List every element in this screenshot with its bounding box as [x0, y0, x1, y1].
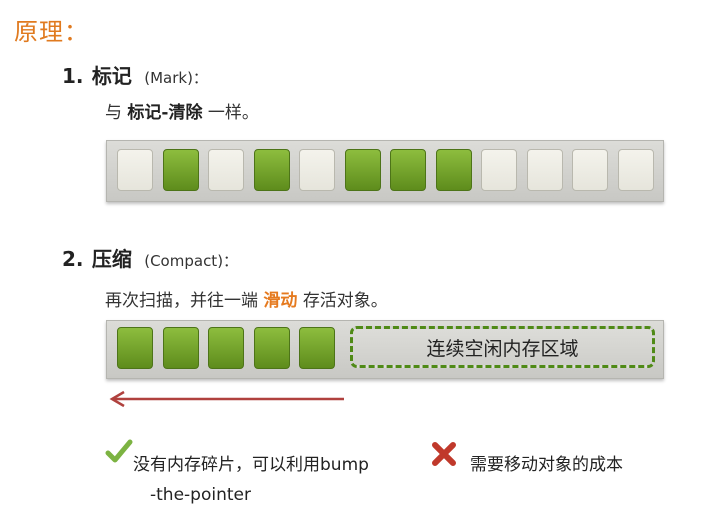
used-cell — [390, 149, 426, 191]
free-cell — [299, 149, 335, 191]
used-cell — [435, 149, 472, 191]
free-cell — [481, 149, 517, 191]
section-mark-description: 与 标记-清除 一样。 — [105, 98, 259, 123]
used-cell — [344, 149, 381, 191]
desc-bold: 标记-清除 — [127, 103, 203, 123]
pro-text-line1: 没有内存碎片，可以利用bump — [133, 455, 369, 475]
used-cell — [162, 149, 199, 191]
free-cell — [526, 149, 563, 191]
used-cell — [117, 327, 153, 369]
section-mark-heading: 1. 标记 (Mark)： — [62, 60, 208, 89]
free-cell — [117, 149, 153, 191]
left-arrow-icon — [109, 390, 344, 408]
memory-bar-compact: 连续空闲内存区域 — [106, 320, 664, 379]
free-cell — [572, 149, 608, 191]
section-compact-heading: 2. 压缩 (Compact)： — [62, 243, 238, 272]
section-title: 压缩 — [91, 247, 132, 271]
con-text: 需要移动对象的成本 — [470, 455, 623, 475]
section-compact-description: 再次扫描，并往一端 滑动 存活对象。 — [105, 286, 388, 311]
used-cell — [299, 327, 335, 369]
section-subtitle: (Mark)： — [144, 69, 208, 87]
desc-prefix: 再次扫描，并往一端 — [105, 291, 258, 311]
check-icon — [105, 439, 133, 463]
free-cell — [208, 149, 244, 191]
section-number: 2. — [62, 247, 84, 271]
desc-suffix: 一样。 — [207, 103, 259, 123]
memory-bar-mark — [106, 140, 664, 202]
used-cell — [162, 327, 199, 369]
section-title: 标记 — [91, 64, 132, 88]
section-number: 1. — [62, 64, 84, 88]
free-region: 连续空闲内存区域 — [350, 326, 655, 368]
pro-text-line2: -the-pointer — [150, 485, 251, 505]
free-cell — [617, 149, 654, 191]
desc-prefix: 与 — [105, 103, 122, 123]
desc-suffix: 存活对象。 — [302, 291, 388, 311]
free-region-label: 连续空闲内存区域 — [426, 337, 579, 360]
cross-icon — [432, 442, 456, 466]
used-cell — [253, 149, 290, 191]
desc-highlight: 滑动 — [263, 291, 298, 311]
used-cell — [253, 327, 290, 369]
section-subtitle: (Compact)： — [144, 252, 239, 270]
page-title: 原理： — [14, 18, 89, 46]
used-cell — [208, 327, 244, 369]
